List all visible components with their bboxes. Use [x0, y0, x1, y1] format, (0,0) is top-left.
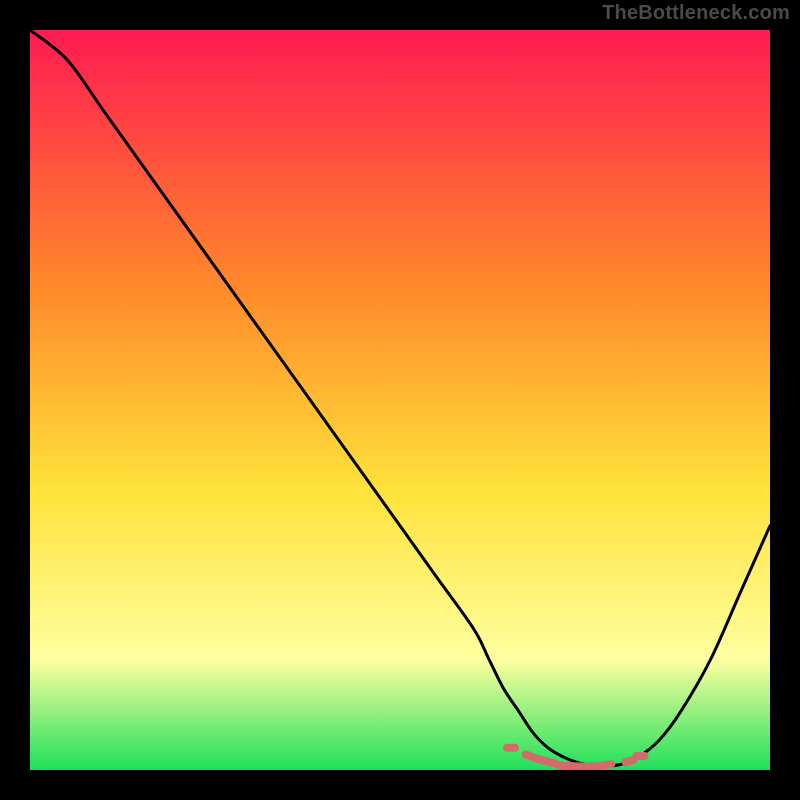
gradient-background — [30, 30, 770, 770]
plot-area — [30, 30, 770, 770]
optimal-marker — [503, 744, 519, 752]
watermark-text: TheBottleneck.com — [602, 2, 790, 25]
optimal-marker — [633, 752, 649, 760]
chart-stage: TheBottleneck.com — [0, 0, 800, 800]
chart-svg — [30, 30, 770, 770]
